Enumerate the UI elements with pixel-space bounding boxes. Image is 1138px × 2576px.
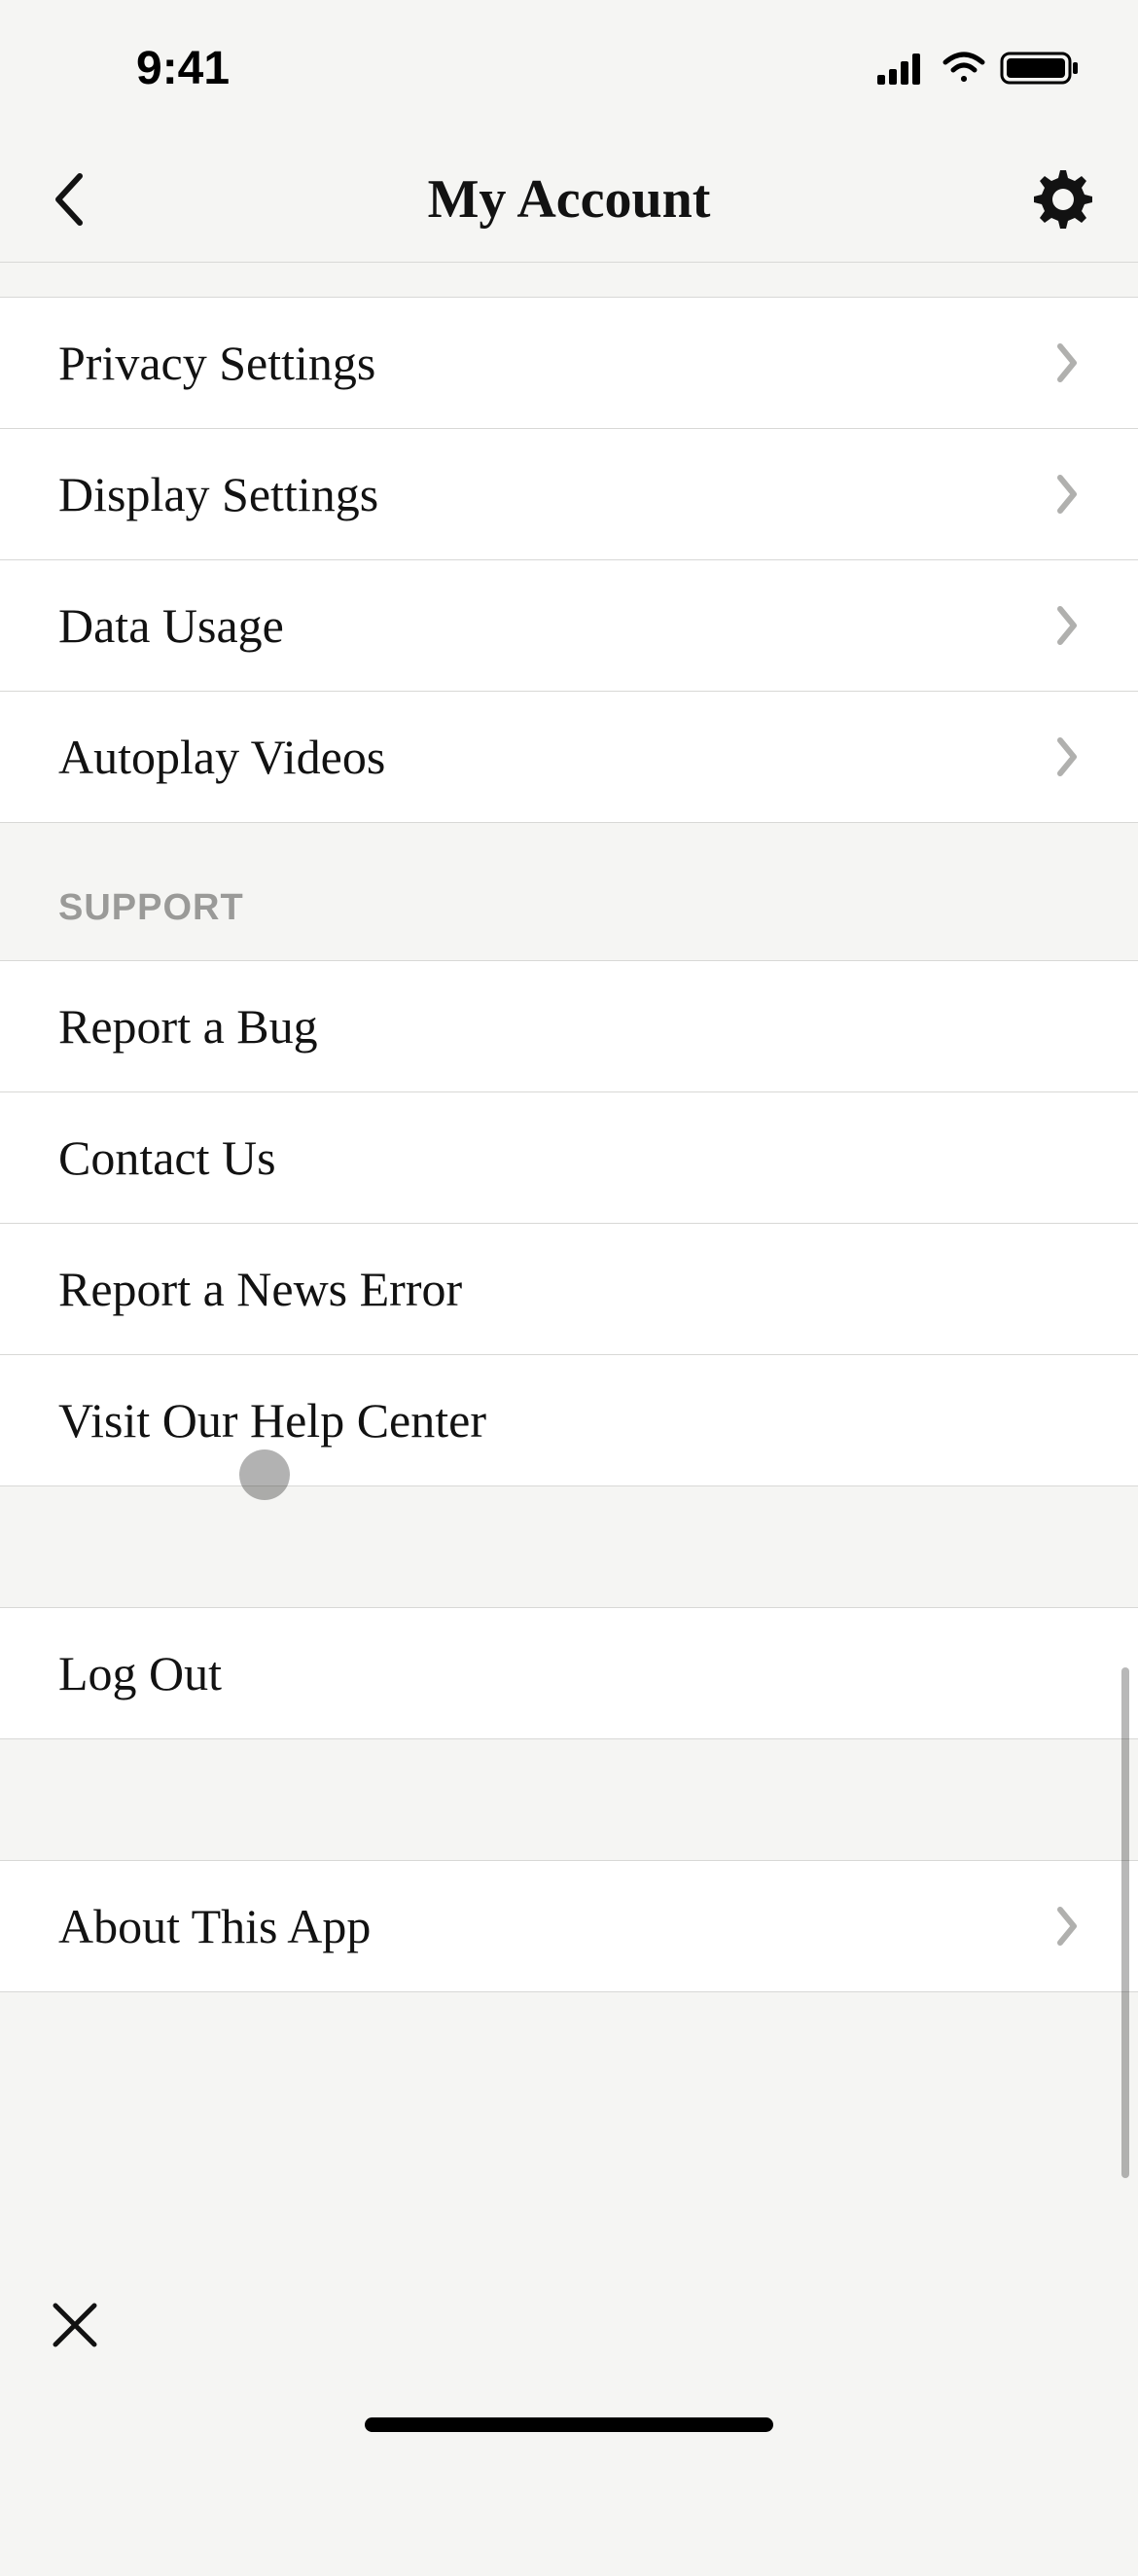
report-news-error-label: Report a News Error	[58, 1261, 462, 1317]
autoplay-videos-row[interactable]: Autoplay Videos	[0, 692, 1138, 823]
touch-indicator	[239, 1449, 290, 1500]
spacer	[0, 1739, 1138, 1861]
spacer	[0, 1486, 1138, 1608]
close-icon	[50, 2300, 100, 2350]
display-settings-label: Display Settings	[58, 466, 378, 522]
data-usage-label: Data Usage	[58, 597, 284, 654]
data-usage-row[interactable]: Data Usage	[0, 560, 1138, 692]
autoplay-videos-label: Autoplay Videos	[58, 729, 385, 785]
chevron-right-icon	[1056, 1906, 1080, 1947]
cellular-icon	[877, 52, 928, 85]
settings-list: Privacy Settings Display Settings Data Usa…	[0, 298, 1138, 823]
bottom-background	[0, 1992, 1138, 2576]
wifi-icon	[940, 51, 988, 86]
home-indicator	[365, 2417, 773, 2432]
settings-button[interactable]	[1032, 168, 1094, 231]
status-indicators	[877, 50, 1080, 87]
chevron-right-icon	[1056, 605, 1080, 646]
battery-icon	[1000, 50, 1080, 87]
contact-us-label: Contact Us	[58, 1129, 276, 1186]
report-a-bug-label: Report a Bug	[58, 998, 318, 1055]
log-out-label: Log Out	[58, 1645, 222, 1701]
scrollbar[interactable]	[1121, 1667, 1129, 2178]
about-this-app-row[interactable]: About This App	[0, 1861, 1138, 1992]
status-bar: 9:41	[0, 0, 1138, 136]
privacy-settings-row[interactable]: Privacy Settings	[0, 298, 1138, 429]
privacy-settings-label: Privacy Settings	[58, 335, 375, 391]
support-header-label: SUPPORT	[58, 887, 244, 929]
visit-help-center-row[interactable]: Visit Our Help Center	[0, 1355, 1138, 1486]
page-title: My Account	[428, 168, 711, 231]
chevron-left-icon	[51, 172, 86, 227]
section-gap	[0, 263, 1138, 298]
status-time: 9:41	[136, 42, 230, 95]
visit-help-center-label: Visit Our Help Center	[58, 1392, 486, 1449]
chevron-right-icon	[1056, 474, 1080, 515]
report-a-bug-row[interactable]: Report a Bug	[0, 961, 1138, 1092]
nav-header: My Account	[0, 136, 1138, 263]
chevron-right-icon	[1056, 342, 1080, 383]
display-settings-row[interactable]: Display Settings	[0, 429, 1138, 560]
close-button[interactable]	[44, 2294, 106, 2356]
support-section-header: SUPPORT	[0, 823, 1138, 961]
gear-icon	[1033, 169, 1093, 230]
support-list: Report a Bug Contact Us Report a News Erro…	[0, 961, 1138, 1486]
contact-us-row[interactable]: Contact Us	[0, 1092, 1138, 1224]
about-label: About This App	[58, 1898, 371, 1954]
report-news-error-row[interactable]: Report a News Error	[0, 1224, 1138, 1355]
back-button[interactable]	[44, 175, 92, 224]
log-out-row[interactable]: Log Out	[0, 1608, 1138, 1739]
chevron-right-icon	[1056, 736, 1080, 777]
